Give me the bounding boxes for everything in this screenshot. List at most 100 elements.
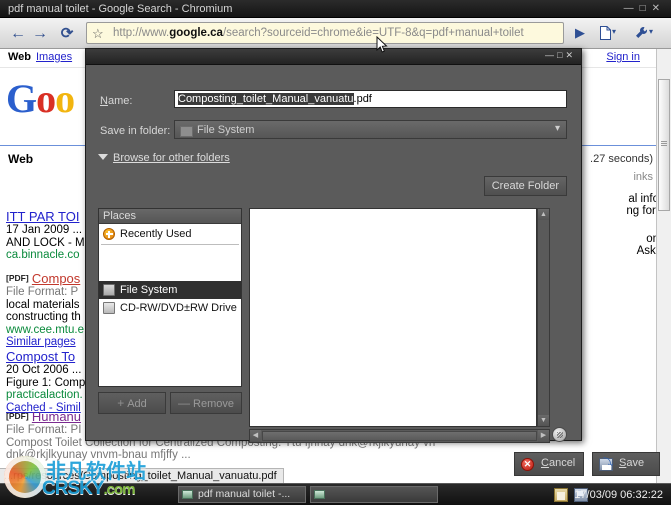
filename-input[interactable]: Composting_toilet_Manual_vanuatu.pdf xyxy=(174,90,567,108)
page-menu-caret-icon: ▾ xyxy=(612,27,617,36)
file-list-scrollbar-vertical[interactable]: ▲ ▼ xyxy=(537,208,550,427)
save-in-folder-label: Save in folder: xyxy=(100,125,171,137)
watermark-logo-icon xyxy=(4,456,46,498)
drive-icon xyxy=(103,302,115,314)
browser-toolbar: ← → ⟳ ☆ http://www.google.ca/search?sour… xyxy=(0,18,671,49)
filename-selected-text: Composting_toilet_Manual_vanuatu xyxy=(178,93,354,105)
mouse-cursor xyxy=(376,35,388,54)
save-in-folder-dropdown[interactable]: File System ▾ xyxy=(174,120,567,139)
logo-letter-o1: o xyxy=(36,76,56,121)
file-list[interactable] xyxy=(249,208,537,427)
close-icon[interactable]: ✕ xyxy=(651,3,665,14)
address-bar[interactable]: ☆ http://www.google.ca/search?sourceid=c… xyxy=(86,22,564,44)
save-mnemonic: S xyxy=(619,457,627,469)
scroll-down-icon[interactable]: ▼ xyxy=(538,415,549,426)
dialog-close-icon[interactable]: ✕ xyxy=(565,50,576,60)
dialog-minimize-icon[interactable]: — xyxy=(545,50,557,60)
place-item-cd-drive[interactable]: CD-RW/DVD±RW Drive xyxy=(99,299,241,317)
browser-window-controls: — □ ✕ xyxy=(623,3,665,14)
place-item-file-system[interactable]: File System xyxy=(99,281,241,299)
sign-in-link[interactable]: Sign in xyxy=(606,51,640,63)
chevron-down-icon: ▾ xyxy=(554,123,560,134)
result-title-link[interactable]: ITT PAR TOI xyxy=(6,209,79,224)
address-bar-text: http://www.google.ca/search?sourceid=chr… xyxy=(113,27,524,39)
logo-letter-g1: G xyxy=(6,76,37,121)
minimize-icon[interactable]: — xyxy=(623,3,639,14)
dialog-titlebar: —□✕ xyxy=(86,49,581,65)
window-icon xyxy=(182,490,193,499)
remove-place-label: Remove xyxy=(193,398,234,410)
cancel-label: Cancel xyxy=(541,457,576,469)
name-label-mnemonic: N xyxy=(100,95,108,107)
scroll-up-icon[interactable]: ▲ xyxy=(538,209,549,220)
sponsored-links-label: inks xyxy=(633,171,653,183)
go-button[interactable]: ▶ xyxy=(572,24,588,42)
taskbar-window-button[interactable] xyxy=(310,486,438,503)
dialog-body: Name: Composting_toilet_Manual_vanuatu.p… xyxy=(86,65,581,443)
result-title-link[interactable]: Humanu xyxy=(32,409,81,424)
wrench-menu-icon[interactable]: ▾ xyxy=(635,24,653,42)
taskbar-window-label: pdf manual toilet -... xyxy=(198,488,291,500)
cancel-mnemonic: C xyxy=(541,457,549,469)
save-in-folder-value: File System xyxy=(197,124,255,136)
folder-icon xyxy=(180,126,193,137)
result-title-link[interactable]: Compost To xyxy=(6,349,75,364)
url-path: /search?sourceid=chrome&ie=UTF-8&q=pdf+m… xyxy=(222,27,524,39)
ad-line-1: al info xyxy=(628,193,659,205)
maximize-icon[interactable]: □ xyxy=(639,3,651,14)
watermark-brand: CRSKY xyxy=(42,478,105,499)
horizontal-scroll-thumb[interactable] xyxy=(262,431,537,441)
scroll-right-icon[interactable]: ▶ xyxy=(538,430,549,442)
cancel-icon: ✕ xyxy=(521,458,534,471)
results-stats: .27 seconds) xyxy=(590,153,653,165)
browse-for-other-folders-toggle[interactable]: Browse for other folders xyxy=(98,152,230,164)
save-label: Save xyxy=(619,457,645,469)
places-divider xyxy=(101,244,239,245)
remove-place-button[interactable]: — Remove xyxy=(170,392,242,414)
resize-grip[interactable] xyxy=(552,427,567,442)
page-scrollbar-vertical[interactable] xyxy=(656,49,671,483)
create-folder-button[interactable]: Create Folder xyxy=(483,176,567,196)
places-buttons: + Add — Remove xyxy=(98,392,242,414)
ad-line-2: ng for! xyxy=(626,205,659,217)
nav-images-link[interactable]: Images xyxy=(36,51,72,63)
add-place-button[interactable]: + Add xyxy=(98,392,166,414)
pdf-badge: [PDF] xyxy=(6,273,29,283)
place-item-label: File System xyxy=(120,284,178,296)
watermark-english-text: CRSKY.com xyxy=(42,478,136,500)
add-place-label: Add xyxy=(127,398,147,410)
save-icon: ⤵ xyxy=(599,458,613,471)
url-scheme: http://www. xyxy=(113,27,170,39)
place-item-recently-used[interactable]: Recently Used xyxy=(99,225,241,243)
save-file-dialog: —□✕ Name: Composting_toilet_Manual_vanua… xyxy=(85,48,660,476)
dialog-window-controls: —□✕ xyxy=(545,50,576,61)
result-title-link[interactable]: Compos xyxy=(32,271,80,286)
page-scrollbar-grip xyxy=(661,141,667,146)
cancel-button[interactable]: ✕ Cancel xyxy=(514,452,584,476)
nav-web-label: Web xyxy=(8,51,32,63)
clipboard-icon[interactable] xyxy=(554,488,568,502)
browser-title-text: pdf manual toilet - Google Search - Chro… xyxy=(8,3,233,15)
file-list-scrollbar-horizontal[interactable]: ◀ ▶ xyxy=(249,429,550,443)
watermark-domain: .com xyxy=(103,481,136,498)
triangle-down-icon xyxy=(98,154,108,160)
browse-toggle-label: Browse for other folders xyxy=(113,152,230,164)
pdf-badge: [PDF] xyxy=(6,411,29,421)
save-button[interactable]: ⤵ Save xyxy=(592,452,660,476)
filename-extension: .pdf xyxy=(353,93,372,105)
reload-button[interactable]: ⟳ xyxy=(57,24,77,44)
results-tab-web: Web xyxy=(8,152,34,166)
logo-letter-o2: o xyxy=(55,76,75,121)
back-button[interactable]: ← xyxy=(8,24,28,44)
url-host: google.ca xyxy=(169,27,223,39)
name-label: Name: xyxy=(100,95,133,107)
page-menu-icon[interactable]: ▾ xyxy=(600,24,616,42)
forward-button[interactable]: → xyxy=(30,24,50,44)
scroll-left-icon[interactable]: ◀ xyxy=(250,430,261,442)
taskbar-window-button[interactable]: pdf manual toilet -... xyxy=(178,486,306,503)
watermark: 非凡软件站 CRSKY.com xyxy=(4,452,179,500)
google-logo: Goo xyxy=(6,76,75,121)
bookmark-star-icon[interactable]: ☆ xyxy=(92,26,104,42)
places-header-label: Places xyxy=(99,209,241,224)
minus-icon: — xyxy=(178,396,191,410)
